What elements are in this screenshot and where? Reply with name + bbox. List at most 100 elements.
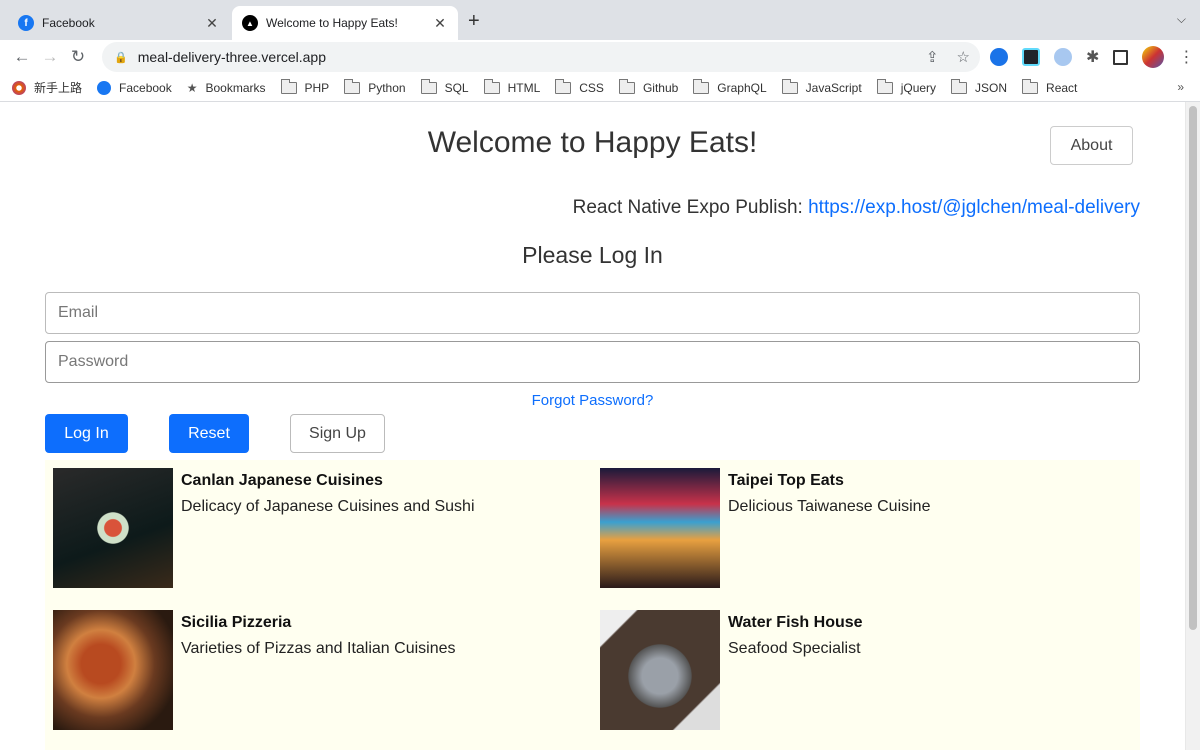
bookmark-label: Bookmarks	[205, 80, 266, 95]
puzzle-icon[interactable]: ✱	[1086, 47, 1099, 67]
tab-facebook[interactable]: f Facebook ✕	[8, 6, 230, 40]
folder-icon	[420, 78, 437, 94]
more-bookmarks-button[interactable]: »	[1177, 80, 1184, 94]
browser-toolbar: ← → ↻ 🔒 meal-delivery-three.vercel.app ⇪…	[0, 40, 1200, 74]
restaurant-desc: Delicious Taiwanese Cuisine	[728, 498, 931, 515]
bookmark-label: CSS	[579, 80, 604, 95]
folder-icon	[618, 78, 635, 94]
bookmark-label: jQuery	[900, 80, 937, 95]
restaurant-desc: Seafood Specialist	[728, 640, 861, 657]
bookmark-folder[interactable]: PHP	[280, 78, 330, 95]
url-text: meal-delivery-three.vercel.app	[137, 49, 327, 65]
bookmark-folder[interactable]: JavaScript	[781, 78, 862, 95]
folder-icon	[876, 78, 893, 94]
tab-title: Welcome to Happy Eats!	[266, 16, 398, 30]
bookmark-label: GraphQL	[717, 80, 767, 95]
forgot-password-link[interactable]: Forgot Password?	[0, 392, 1185, 409]
bookmark-label: 新手上路	[34, 81, 83, 95]
menu-kebab-icon[interactable]: ⋮	[1178, 47, 1194, 67]
restaurant-list: Canlan Japanese Cuisines Delicacy of Japa…	[45, 460, 1140, 750]
bookmark-label: Github	[642, 80, 679, 95]
email-input[interactable]: Email	[45, 292, 1140, 334]
close-tab-icon[interactable]: ✕	[432, 15, 448, 32]
bookmark-label: React	[1046, 80, 1078, 95]
folder-icon	[280, 78, 297, 94]
bookmark-item[interactable]: 新手上路	[12, 79, 82, 96]
folder-icon	[1022, 78, 1039, 94]
facebook-icon	[97, 80, 112, 95]
restaurant-card[interactable]: Canlan Japanese Cuisines Delicacy of Japa…	[53, 468, 475, 588]
bookmark-folder[interactable]: React	[1022, 78, 1078, 95]
restaurant-image	[600, 468, 720, 588]
bookmark-folder[interactable]: jQuery	[876, 78, 937, 95]
bookmark-folder[interactable]: Github	[618, 78, 679, 95]
close-tab-icon[interactable]: ✕	[204, 15, 220, 32]
restaurant-name: Water Fish House	[728, 614, 863, 631]
bookmark-label: Facebook	[119, 80, 172, 95]
signup-button[interactable]: Sign Up	[290, 414, 385, 453]
bookmark-item[interactable]: ★ Bookmarks	[187, 81, 266, 95]
bookmarks-bar: 新手上路 Facebook ★ Bookmarks PHP Python SQL …	[0, 74, 1200, 102]
restaurant-card[interactable]: Sicilia Pizzeria Varieties of Pizzas and …	[53, 610, 456, 730]
page-title: Welcome to Happy Eats!	[427, 126, 758, 159]
bookmark-item[interactable]: Facebook	[97, 80, 172, 95]
bookmark-label: JSON	[975, 80, 1008, 95]
folder-icon	[483, 78, 500, 94]
bookmark-folder[interactable]: GraphQL	[693, 78, 767, 95]
password-input[interactable]: Password	[45, 341, 1140, 383]
new-tab-button[interactable]: +	[468, 10, 480, 33]
star-icon: ★	[186, 80, 198, 95]
login-heading: Please Log In	[522, 242, 663, 268]
extension-icon[interactable]	[1054, 48, 1072, 66]
facebook-icon: f	[18, 15, 34, 31]
restaurant-name: Sicilia Pizzeria	[181, 614, 292, 631]
restaurant-name: Taipei Top Eats	[728, 472, 844, 489]
side-panel-icon[interactable]	[1113, 49, 1129, 65]
tab-happy-eats[interactable]: ▲ Welcome to Happy Eats! ✕	[232, 6, 458, 40]
scrollbar-thumb[interactable]	[1189, 106, 1197, 630]
bookmark-folder[interactable]: CSS	[555, 78, 604, 95]
share-icon[interactable]: ⇪	[926, 48, 939, 66]
restaurant-desc: Delicacy of Japanese Cuisines and Sushi	[181, 498, 475, 515]
login-button[interactable]: Log In	[45, 414, 128, 453]
bookmark-label: PHP	[304, 80, 330, 95]
reset-button[interactable]: Reset	[169, 414, 249, 453]
bookmark-star-icon[interactable]: ☆	[957, 48, 970, 66]
vercel-icon: ▲	[242, 15, 258, 31]
page-content: Welcome to Happy Eats! About React Nativ…	[0, 102, 1200, 750]
reload-button[interactable]: ↻	[64, 47, 92, 67]
folder-icon	[951, 78, 968, 94]
expo-publish: React Native Expo Publish: https://exp.h…	[573, 197, 1140, 219]
tab-title: Facebook	[42, 16, 95, 30]
bookmark-folder[interactable]: HTML	[483, 78, 541, 95]
forward-button[interactable]: →	[36, 47, 64, 67]
bookmark-extension-icon[interactable]	[990, 48, 1008, 66]
bookmark-folder[interactable]: Python	[344, 78, 406, 95]
lock-icon: 🔒	[114, 51, 128, 64]
bookmark-folder[interactable]: SQL	[420, 78, 469, 95]
page-scrollbar[interactable]	[1185, 102, 1200, 750]
react-devtools-icon[interactable]	[1022, 48, 1040, 66]
bookmark-label: Python	[368, 80, 406, 95]
bookmark-label: HTML	[507, 80, 541, 95]
address-bar[interactable]: 🔒 meal-delivery-three.vercel.app ⇪ ☆	[102, 42, 980, 72]
bookmark-label: SQL	[444, 80, 469, 95]
profile-avatar[interactable]	[1142, 46, 1165, 68]
about-button[interactable]: About	[1050, 126, 1133, 165]
extensions: ✱ ⋮	[990, 46, 1194, 68]
folder-icon	[693, 78, 710, 94]
bookmark-folder[interactable]: JSON	[951, 78, 1008, 95]
restaurant-image	[53, 468, 173, 588]
expo-link[interactable]: https://exp.host/@jglchen/meal-delivery	[808, 197, 1140, 218]
restaurant-card[interactable]: Water Fish House Seafood Specialist	[600, 610, 863, 730]
password-placeholder: Password	[58, 353, 129, 370]
tab-search-chevron-icon[interactable]: ⌵	[1177, 12, 1186, 27]
back-button[interactable]: ←	[8, 47, 36, 67]
restaurant-name: Canlan Japanese Cuisines	[181, 472, 383, 489]
restaurant-card[interactable]: Taipei Top Eats Delicious Taiwanese Cuisi…	[600, 468, 930, 588]
folder-icon	[555, 78, 572, 94]
expo-label: React Native Expo Publish:	[572, 197, 803, 218]
tab-bar: f Facebook ✕ ▲ Welcome to Happy Eats! ✕ …	[0, 0, 1200, 40]
folder-icon	[781, 78, 798, 94]
restaurant-image	[600, 610, 720, 730]
